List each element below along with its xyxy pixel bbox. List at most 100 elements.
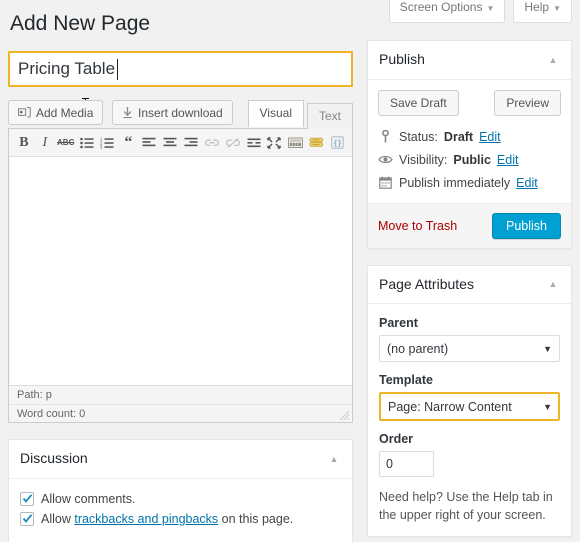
text-cursor-caret	[117, 59, 118, 81]
add-media-button[interactable]: Add Media	[8, 100, 104, 126]
wp-admin-edit-page-screen: Screen Options ▼ Help ▼ Add New Page Pri…	[0, 0, 580, 542]
post-title-input[interactable]	[8, 51, 353, 88]
remove-link-icon[interactable]	[224, 133, 242, 153]
page-attributes-header[interactable]: Page Attributes ▲	[368, 266, 571, 305]
allow-comments-checkbox[interactable]	[20, 491, 34, 506]
help-button[interactable]: Help ▼	[513, 0, 572, 23]
publish-panel-header[interactable]: Publish ▲	[368, 41, 571, 80]
schedule-edit-link[interactable]: Edit	[516, 176, 538, 190]
eye-icon	[378, 154, 393, 165]
italic-icon[interactable]: I	[36, 133, 54, 153]
editor-format-toolbar: B I ABC 1 2 3 “ {}	[9, 129, 352, 158]
main-editor-column: Add New Page Add Media	[8, 6, 353, 542]
visibility-edit-link[interactable]: Edit	[497, 153, 519, 167]
chevron-up-icon[interactable]: ▲	[546, 277, 560, 291]
add-media-label: Add Media	[36, 105, 94, 120]
parent-label: Parent	[379, 316, 418, 331]
editor-word-count-row: Word count: 0	[9, 404, 352, 422]
editor-mode-tabs: Visual Text	[247, 100, 353, 130]
chevron-down-icon: ▼	[553, 4, 561, 13]
bulleted-list-icon[interactable]	[78, 133, 96, 153]
insert-link-icon[interactable]	[203, 133, 221, 153]
allow-pings-text: Allow trackbacks and pingbacks on this p…	[41, 512, 293, 526]
chevron-down-icon: ▼	[486, 4, 495, 13]
allow-pings-checkbox[interactable]	[20, 511, 34, 526]
strikethrough-icon[interactable]: ABC	[57, 133, 75, 153]
visibility-row: Visibility: Public Edit	[378, 149, 561, 172]
blockquote-icon[interactable]: “	[119, 133, 137, 153]
svg-text:3: 3	[100, 144, 103, 148]
parent-select[interactable]: (no parent)	[379, 335, 560, 363]
page-attributes-help-text: Need help? Use the Help tab in the upper…	[379, 490, 553, 523]
align-center-icon[interactable]	[161, 133, 179, 153]
discussion-panel-body: Allow comments. Allow trackbacks and pin…	[9, 479, 352, 542]
status-value: Draft	[443, 129, 474, 144]
page-title: Add New Page	[10, 12, 151, 35]
toolbar-toggle-icon[interactable]	[286, 133, 304, 153]
editor-content-area[interactable]	[9, 157, 352, 386]
chevron-up-icon[interactable]: ▲	[546, 53, 560, 67]
allow-comments-row[interactable]: Allow comments.	[20, 491, 341, 506]
publish-panel-title: Publish	[379, 51, 425, 67]
schedule-label: Publish immediately	[399, 175, 511, 190]
insert-download-button[interactable]: Insert download	[112, 100, 233, 126]
editor-container: B I ABC 1 2 3 “ {} Path: p Word count: 0	[8, 128, 353, 424]
template-select-wrapper: Page: Narrow Content ▼	[379, 392, 560, 422]
tab-visual[interactable]: Visual	[247, 100, 304, 128]
chevron-up-icon[interactable]: ▲	[327, 452, 341, 466]
discussion-panel-title: Discussion	[20, 450, 88, 467]
align-right-icon[interactable]	[182, 133, 200, 153]
preview-button[interactable]: Preview	[494, 89, 561, 116]
status-row: Status: Draft Edit	[378, 126, 561, 149]
numbered-list-icon[interactable]: 1 2 3	[99, 133, 117, 153]
order-label: Order	[379, 432, 414, 447]
page-attributes-title: Page Attributes	[379, 275, 474, 292]
trackbacks-pingbacks-link[interactable]: trackbacks and pingbacks	[74, 512, 218, 526]
fullscreen-icon[interactable]	[266, 133, 284, 153]
allow-comments-label: Allow comments.	[41, 491, 136, 506]
editor-toolbar-row: Add Media Insert download Visual Text	[8, 100, 353, 130]
allow-pings-prefix: Allow	[41, 511, 75, 526]
parent-select-wrapper: (no parent) ▼	[379, 335, 560, 363]
publish-button[interactable]: Publish	[492, 212, 561, 239]
allow-pings-row[interactable]: Allow trackbacks and pingbacks on this p…	[20, 511, 341, 526]
editor-status-bar: Path: p Word count: 0	[9, 385, 352, 423]
insert-download-label: Insert download	[138, 105, 223, 120]
source-code-icon[interactable]: {}	[328, 133, 346, 153]
editor-path: Path: p	[17, 389, 52, 402]
template-select[interactable]: Page: Narrow Content	[379, 392, 560, 422]
screen-meta-links: Screen Options ▼ Help ▼	[388, 0, 572, 23]
save-draft-button[interactable]: Save Draft	[378, 89, 459, 116]
align-left-icon[interactable]	[140, 133, 158, 153]
media-icon	[18, 106, 31, 119]
visibility-label: Visibility:	[399, 152, 448, 167]
bold-icon[interactable]: B	[15, 133, 33, 153]
insert-read-more-icon[interactable]	[245, 133, 263, 153]
sidebar-column: Publish ▲ Save Draft Preview Status: Dra…	[367, 40, 572, 542]
title-field-wrapper	[8, 51, 353, 115]
move-to-trash-link[interactable]: Move to Trash	[378, 219, 457, 233]
template-label: Template	[379, 373, 433, 388]
status-edit-link[interactable]: Edit	[479, 130, 501, 144]
allow-pings-suffix: on this page.	[218, 511, 294, 526]
tab-text[interactable]: Text	[306, 103, 353, 130]
pin-icon	[378, 130, 393, 143]
svg-text:{}: {}	[333, 141, 341, 149]
screen-options-button[interactable]: Screen Options ▼	[388, 0, 506, 23]
editor-word-count: Word count: 0	[17, 408, 86, 421]
order-input[interactable]	[379, 451, 434, 478]
resize-handle-icon[interactable]	[339, 410, 350, 421]
page-attributes-panel: Page Attributes ▲ Parent (no parent) ▼ T…	[367, 264, 572, 538]
status-label: Status:	[399, 129, 438, 144]
insert-shortcode-icon[interactable]	[307, 133, 325, 153]
help-label: Help	[524, 0, 550, 14]
discussion-panel-header[interactable]: Discussion ▲	[9, 440, 352, 479]
publish-footer: Move to Trash Publish	[368, 202, 571, 248]
download-icon	[122, 106, 133, 119]
publish-panel: Publish ▲ Save Draft Preview Status: Dra…	[367, 40, 572, 249]
discussion-panel: Discussion ▲ Allow comments. Allow track…	[8, 439, 353, 542]
calendar-icon	[378, 176, 393, 189]
schedule-row: Publish immediately Edit	[378, 172, 561, 195]
publish-meta-list: Status: Draft Edit Visibility: Public Ed…	[368, 126, 571, 203]
page-attributes-body: Parent (no parent) ▼ Template Page: Narr…	[368, 304, 571, 536]
